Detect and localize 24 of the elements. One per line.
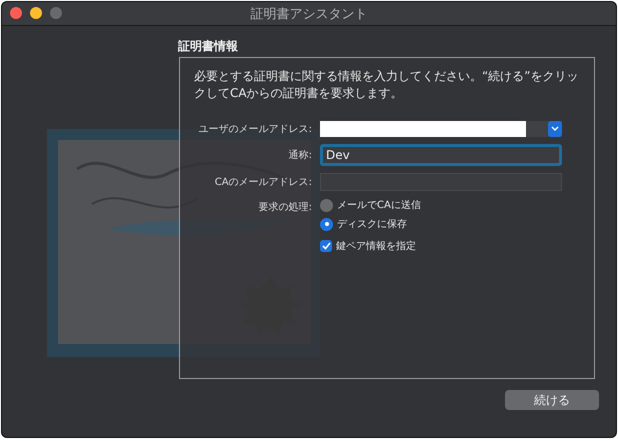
checkbox[interactable] bbox=[320, 240, 332, 252]
option-label: メールでCAに送信 bbox=[337, 199, 421, 212]
text-field[interactable]: Dev bbox=[320, 144, 562, 166]
field-label: ユーザのメールアドレス: bbox=[198, 123, 312, 136]
section-title: 証明書情報 bbox=[178, 38, 239, 54]
text-field[interactable] bbox=[320, 173, 562, 191]
radio-button[interactable] bbox=[320, 198, 333, 212]
field-label: 要求の処理: bbox=[258, 200, 312, 214]
dropdown-button[interactable] bbox=[548, 121, 562, 137]
instructions-text: 必要とする証明書に関する情報を入力してください。“続ける”をクリックしてCAからの証明書を要求します。 bbox=[194, 68, 580, 102]
field-label: CAのメールアドレス: bbox=[214, 176, 312, 189]
radio-button[interactable] bbox=[320, 218, 333, 230]
minimize-button[interactable] bbox=[30, 7, 42, 19]
window-title: 証明書アシスタント bbox=[250, 6, 368, 22]
field-label: 通称: bbox=[288, 148, 312, 162]
close-button[interactable] bbox=[10, 7, 22, 19]
chevron-down-icon bbox=[551, 126, 559, 132]
checkmark-icon bbox=[322, 242, 330, 250]
email-combo-box[interactable] bbox=[320, 121, 562, 137]
option-label: ディスクに保存 bbox=[337, 218, 407, 231]
continue-button[interactable]: 続ける bbox=[505, 390, 599, 410]
checkbox-label: 鍵ペア情報を指定 bbox=[336, 240, 416, 253]
radio-option[interactable]: ディスクに保存 bbox=[320, 217, 564, 231]
radio-option[interactable]: メールでCAに送信 bbox=[320, 198, 564, 212]
